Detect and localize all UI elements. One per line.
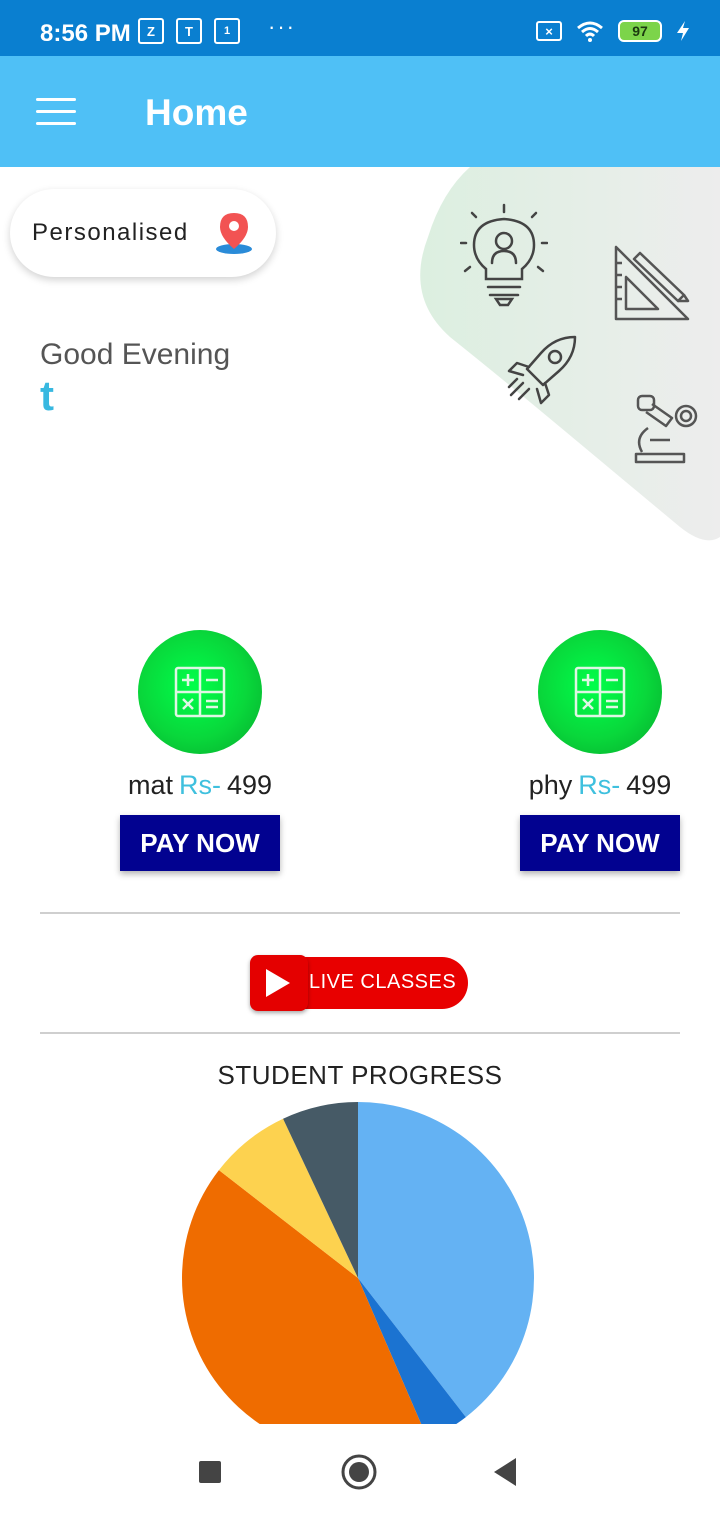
live-classes-button[interactable]: LIVE CLASSES xyxy=(250,955,470,1011)
personalised-label: Personalised xyxy=(32,219,189,246)
course-price-line: phy Rs- 499 xyxy=(500,770,700,801)
course-price: 499 xyxy=(226,770,273,800)
more-dots-icon: ··· xyxy=(268,14,296,39)
status-icons-right: × 97 xyxy=(536,20,690,42)
microscope-icon xyxy=(634,394,698,464)
live-classes-label: LIVE CLASSES xyxy=(309,971,457,993)
sim-x-icon: × xyxy=(536,21,562,41)
ruler-pencil-icon xyxy=(614,245,690,321)
rocket-icon xyxy=(507,335,577,405)
progress-title: STUDENT PROGRESS xyxy=(217,1060,503,1090)
recents-square-icon[interactable] xyxy=(198,1448,222,1496)
charging-icon xyxy=(677,21,689,41)
app-bar: Home xyxy=(0,56,720,167)
course-card-phy: phy Rs- 499 PAY NOW xyxy=(500,630,700,871)
course-name: mat xyxy=(127,770,173,800)
battery-icon: 97 xyxy=(618,20,662,42)
course-price-line: mat Rs- 499 xyxy=(100,770,300,801)
pay-now-button[interactable]: PAY NOW xyxy=(120,815,280,871)
zoom-icon: Z xyxy=(138,18,164,44)
course-price: 499 xyxy=(626,770,672,800)
calculator-icon[interactable] xyxy=(138,630,262,754)
status-icons-left: Z T 1 ··· xyxy=(138,14,296,44)
location-pin-icon xyxy=(216,213,252,254)
username-text: t xyxy=(40,372,54,419)
course-name: phy xyxy=(528,770,573,800)
pie-chart xyxy=(182,1102,535,1424)
currency-label: Rs- xyxy=(578,770,621,800)
calculator-icon[interactable] xyxy=(538,630,662,754)
home-circle-icon[interactable] xyxy=(340,1448,378,1496)
status-time: 8:56 PM xyxy=(40,20,131,47)
hamburger-menu-icon[interactable] xyxy=(36,98,76,126)
wifi-icon xyxy=(577,21,603,42)
progress-chart xyxy=(0,1090,720,1424)
back-triangle-icon[interactable] xyxy=(492,1448,518,1496)
navigation-bar xyxy=(0,1424,720,1520)
pay-now-button[interactable]: PAY NOW xyxy=(520,815,680,871)
currency-label: Rs- xyxy=(178,770,221,800)
greeting-text: Good Evening xyxy=(40,338,231,371)
teams-icon: T xyxy=(176,18,202,44)
divider xyxy=(40,912,680,914)
course-card-mat: mat Rs- 499 PAY NOW xyxy=(100,630,300,871)
divider xyxy=(40,1032,680,1034)
status-bar: 8:56 PM Z T 1 ··· × 97 xyxy=(0,0,720,56)
calendar-icon: 1 xyxy=(214,18,240,44)
lightbulb-icon xyxy=(460,203,548,307)
page-title: Home xyxy=(145,92,248,133)
personalised-chip[interactable]: Personalised xyxy=(10,189,276,277)
play-icon xyxy=(250,955,308,1011)
